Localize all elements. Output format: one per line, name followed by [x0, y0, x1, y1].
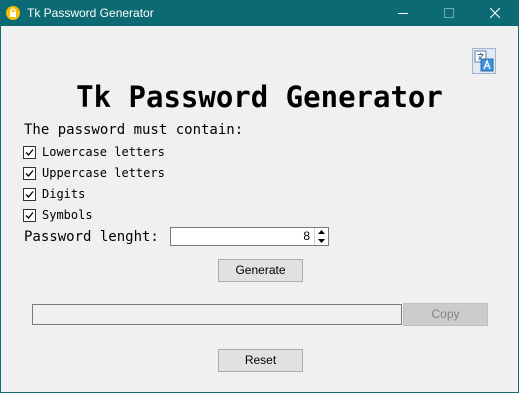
- digits-checkbox[interactable]: [23, 188, 36, 201]
- close-icon: [490, 8, 500, 18]
- password-output-field[interactable]: [32, 304, 402, 325]
- lowercase-label: Lowercase letters: [42, 145, 165, 159]
- translate-button[interactable]: [472, 48, 496, 74]
- minimize-button[interactable]: [380, 1, 426, 26]
- checkmark-icon: [25, 191, 34, 198]
- chevron-up-icon: [318, 230, 325, 234]
- lock-icon: [6, 6, 20, 20]
- app-heading: Tk Password Generator: [76, 80, 443, 114]
- title-bar[interactable]: Tk Password Generator: [1, 1, 518, 26]
- spin-down-button[interactable]: [315, 237, 328, 245]
- digits-label: Digits: [42, 187, 86, 201]
- symbols-label: Symbols: [42, 208, 93, 222]
- spin-up-button[interactable]: [315, 228, 328, 236]
- symbols-checkbox[interactable]: [23, 209, 36, 222]
- window-title: Tk Password Generator: [27, 6, 154, 20]
- chevron-down-icon: [318, 239, 325, 243]
- close-button[interactable]: [472, 1, 518, 26]
- length-spinbox[interactable]: 8: [170, 227, 329, 246]
- spin-arrows: [314, 228, 328, 245]
- checkmark-icon: [25, 170, 34, 177]
- checkmark-icon: [25, 149, 34, 156]
- app-window: Tk Password Generator Tk Password Genera: [0, 0, 519, 393]
- maximize-icon: [444, 8, 454, 18]
- uppercase-checkbox[interactable]: [23, 167, 36, 180]
- checkmark-icon: [25, 212, 34, 219]
- length-value[interactable]: 8: [303, 229, 310, 244]
- translate-icon: [474, 50, 494, 72]
- uppercase-label: Uppercase letters: [42, 166, 165, 180]
- maximize-button[interactable]: [426, 1, 472, 26]
- lowercase-checkbox[interactable]: [23, 146, 36, 159]
- length-label: Password lenght:: [24, 229, 159, 245]
- contain-label: The password must contain:: [24, 122, 244, 138]
- reset-button[interactable]: Reset: [218, 349, 303, 372]
- minimize-icon: [398, 13, 408, 14]
- copy-button[interactable]: Copy: [403, 303, 488, 326]
- generate-button[interactable]: Generate: [218, 259, 303, 282]
